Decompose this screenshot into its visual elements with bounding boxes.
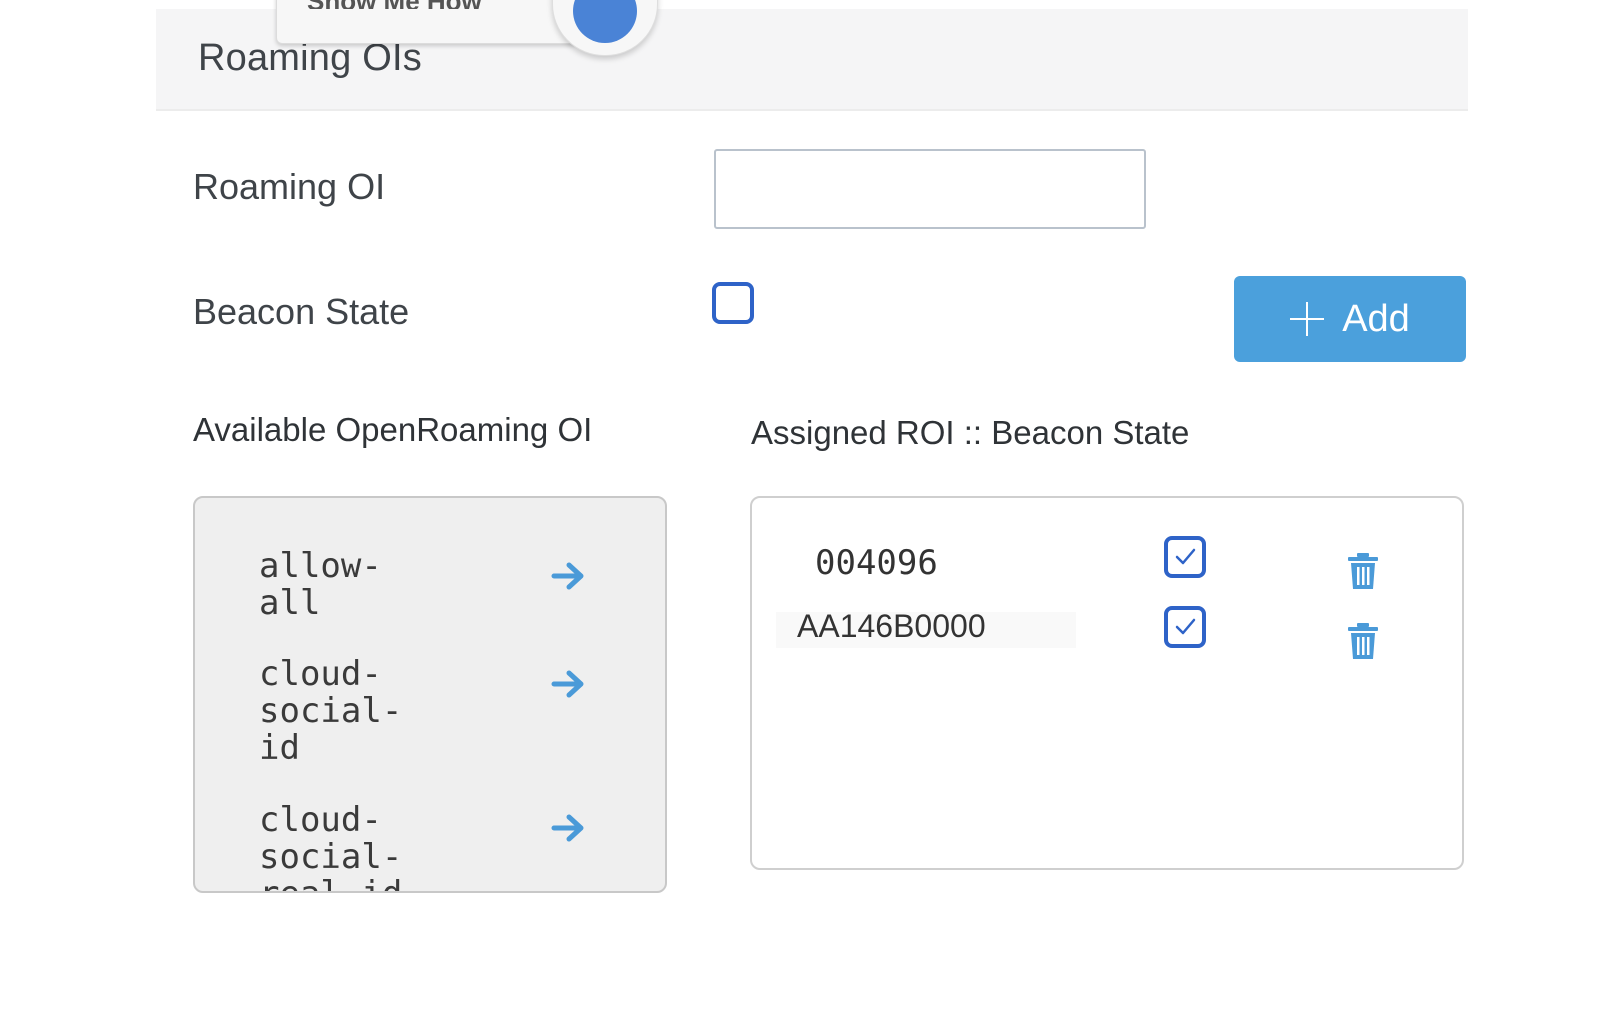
roaming-oi-label: Roaming OI: [193, 166, 386, 207]
beacon-state-label: Beacon State: [193, 291, 410, 332]
list-item-label: cloud- social- real-id: [259, 800, 403, 892]
add-button-label: Add: [1342, 297, 1410, 340]
available-oi-heading: Available OpenRoaming OI: [193, 411, 593, 448]
trash-icon[interactable]: [1346, 552, 1380, 590]
beacon-state-checkbox[interactable]: [1164, 536, 1206, 578]
arrow-right-icon[interactable]: [551, 810, 587, 846]
arrow-right-icon[interactable]: [551, 666, 587, 702]
check-icon: [1175, 618, 1196, 635]
beacon-state-checkbox[interactable]: [712, 282, 754, 324]
available-oi-list[interactable]: allow- all cloud- social- id cloud- soci…: [193, 496, 667, 893]
beacon-state-checkbox[interactable]: [1164, 606, 1206, 648]
assigned-roi-heading: Assigned ROI :: Beacon State: [751, 414, 1190, 451]
roi-value: 004096: [815, 543, 938, 583]
check-icon: [1175, 548, 1196, 565]
add-button[interactable]: Add: [1234, 276, 1466, 362]
roaming-oi-input[interactable]: [714, 149, 1146, 229]
show-me-how-label: Show Me How: [307, 0, 482, 9]
arrow-right-icon[interactable]: [551, 558, 587, 594]
show-me-how-button[interactable]: Show Me How: [276, 0, 578, 44]
assigned-roi-list: 004096 AA146B0000: [750, 496, 1464, 870]
trash-icon[interactable]: [1346, 622, 1380, 660]
roi-value: AA146B0000: [797, 608, 986, 644]
list-item-label: allow- all: [259, 546, 382, 623]
list-item-label: cloud- social- id: [259, 654, 403, 768]
plus-icon: [1290, 302, 1325, 336]
